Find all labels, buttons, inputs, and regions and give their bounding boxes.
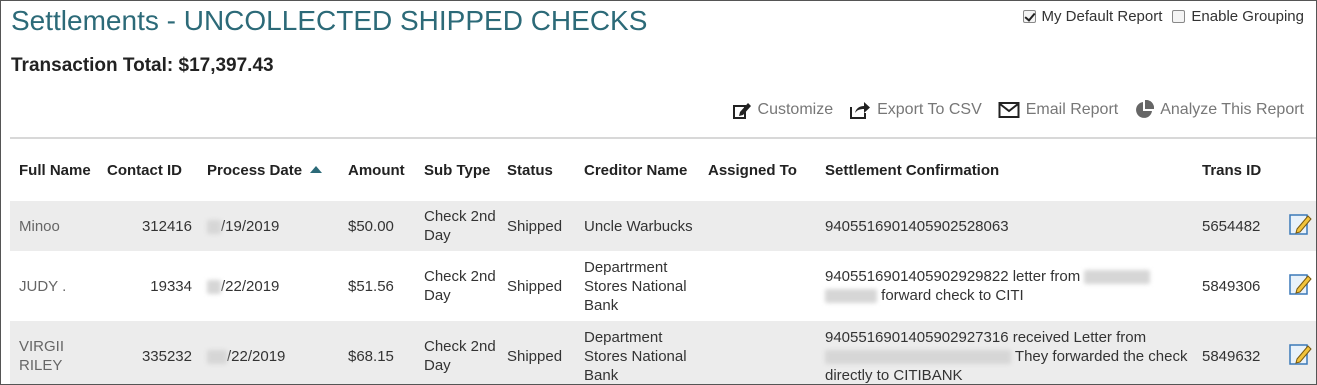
cell-actions — [1279, 251, 1316, 321]
cell-contact-id: 335232 — [98, 321, 198, 384]
cell-trans-id: 5654482 — [1193, 201, 1279, 251]
enable-grouping-checkbox[interactable] — [1172, 10, 1186, 23]
column-header-trans-id[interactable]: Trans ID — [1193, 139, 1279, 201]
enable-grouping-label: Enable Grouping — [1191, 8, 1304, 25]
column-header-creditor-name[interactable]: Creditor Name — [575, 139, 699, 201]
cell-full-name: VIRGII RILEY — [10, 321, 98, 384]
confirmation-text: 9405516901405902929822 letter from — [825, 268, 1081, 285]
my-default-report-option[interactable]: My Default Report — [1022, 8, 1163, 25]
export-icon — [850, 102, 871, 119]
cell-sub-type: Check 2nd Day — [415, 201, 498, 251]
report-panel: Settlements - UNCOLLECTED SHIPPED CHECKS… — [0, 0, 1317, 385]
process-date-value: /19/2019 — [221, 217, 280, 235]
column-header-status[interactable]: Status — [498, 139, 575, 201]
envelope-icon — [998, 102, 1020, 118]
my-default-report-label: My Default Report — [1041, 8, 1163, 25]
table-header-row: Full Name Contact ID Process Date Amount… — [10, 139, 1316, 201]
sort-ascending-icon — [310, 165, 323, 173]
my-default-report-checkbox[interactable] — [1022, 10, 1036, 23]
cell-full-name: Minoo — [10, 201, 98, 251]
table-row[interactable]: Minoo 312416 /19/2019 $50.00 Check 2nd D… — [10, 201, 1316, 251]
cell-amount: $50.00 — [339, 201, 415, 251]
cell-amount: $51.56 — [339, 251, 415, 321]
customize-label: Customize — [757, 101, 834, 118]
edit-note-icon[interactable] — [1288, 342, 1312, 371]
column-header-sub-type[interactable]: Sub Type — [415, 139, 498, 201]
cell-creditor-name: Uncle Warbucks — [575, 201, 699, 251]
cell-assigned-to — [699, 251, 816, 321]
page-title: Settlements - UNCOLLECTED SHIPPED CHECKS — [11, 5, 648, 36]
cell-process-date: /19/2019 — [198, 201, 339, 251]
redacted-text — [207, 279, 221, 294]
settlements-table: Full Name Contact ID Process Date Amount… — [10, 137, 1316, 384]
export-csv-label: Export To CSV — [877, 101, 982, 118]
redacted-text — [207, 349, 227, 364]
redacted-text — [825, 289, 877, 304]
column-header-contact-id[interactable]: Contact ID — [98, 139, 198, 201]
cell-settlement-confirmation: 9405516901405902929822 letter from forwa… — [816, 251, 1193, 321]
analyze-report-label: Analyze This Report — [1160, 101, 1304, 118]
cell-creditor-name: Department Stores National Bank — [575, 321, 699, 384]
report-toolbar: Customize Export To CSV Email Report Ana… — [732, 100, 1304, 120]
edit-note-icon[interactable] — [1288, 212, 1312, 241]
cell-status: Shipped — [498, 321, 575, 384]
confirmation-text: 9405516901405902927316 received Letter f… — [825, 328, 1147, 346]
cell-assigned-to — [699, 321, 816, 384]
table-row[interactable]: JUDY . 19334 /22/2019 $51.56 Check 2nd D… — [10, 251, 1316, 321]
column-header-full-name[interactable]: Full Name — [10, 139, 98, 201]
analyze-report-button[interactable]: Analyze This Report — [1134, 100, 1304, 120]
confirmation-tail: forward check to CITI — [881, 287, 1024, 304]
cell-settlement-confirmation: 9405516901405902528063 — [816, 201, 1193, 251]
cell-status: Shipped — [498, 201, 575, 251]
cell-trans-id: 5849632 — [1193, 321, 1279, 384]
customize-button[interactable]: Customize — [732, 100, 834, 120]
transaction-total: Transaction Total: $17,397.43 — [11, 55, 274, 76]
redacted-text — [207, 219, 221, 234]
table-row[interactable]: VIRGII RILEY 335232 /22/2019 $68.15 Chec… — [10, 321, 1316, 384]
cell-amount: $68.15 — [339, 321, 415, 384]
email-report-label: Email Report — [1025, 101, 1119, 118]
cell-contact-id: 19334 — [98, 251, 198, 321]
cell-actions — [1279, 321, 1316, 384]
cell-process-date: /22/2019 — [198, 321, 339, 384]
cell-actions — [1279, 201, 1316, 251]
cell-process-date: /22/2019 — [198, 251, 339, 321]
cell-creditor-name: Departrment Stores National Bank — [575, 251, 699, 321]
cell-status: Shipped — [498, 251, 575, 321]
cell-sub-type: Check 2nd Day — [415, 321, 498, 384]
column-header-amount[interactable]: Amount — [339, 139, 415, 201]
edit-icon — [732, 103, 751, 119]
cell-assigned-to — [699, 201, 816, 251]
export-csv-button[interactable]: Export To CSV — [849, 100, 982, 120]
column-header-process-date[interactable]: Process Date — [198, 139, 339, 201]
enable-grouping-option[interactable]: Enable Grouping — [1172, 8, 1304, 25]
cell-contact-id: 312416 — [98, 201, 198, 251]
column-header-settlement-confirmation[interactable]: Settlement Confirmation — [816, 139, 1193, 201]
process-date-value: /22/2019 — [221, 277, 280, 295]
email-report-button[interactable]: Email Report — [998, 101, 1118, 119]
cell-sub-type: Check 2nd Day — [415, 251, 498, 321]
cell-full-name: JUDY . — [10, 251, 98, 321]
column-header-assigned-to[interactable]: Assigned To — [699, 139, 816, 201]
cell-trans-id: 5849306 — [1193, 251, 1279, 321]
report-options: My Default Report Enable Grouping — [1019, 8, 1304, 25]
pie-chart-icon — [1136, 100, 1155, 118]
column-header-actions — [1279, 139, 1316, 201]
cell-settlement-confirmation: 9405516901405902927316 received Letter f… — [816, 321, 1193, 384]
edit-note-icon[interactable] — [1288, 272, 1312, 301]
redacted-text — [1084, 270, 1151, 285]
process-date-value: /22/2019 — [227, 347, 286, 365]
process-date-header-label: Process Date — [207, 161, 303, 179]
redacted-text — [825, 349, 1011, 364]
